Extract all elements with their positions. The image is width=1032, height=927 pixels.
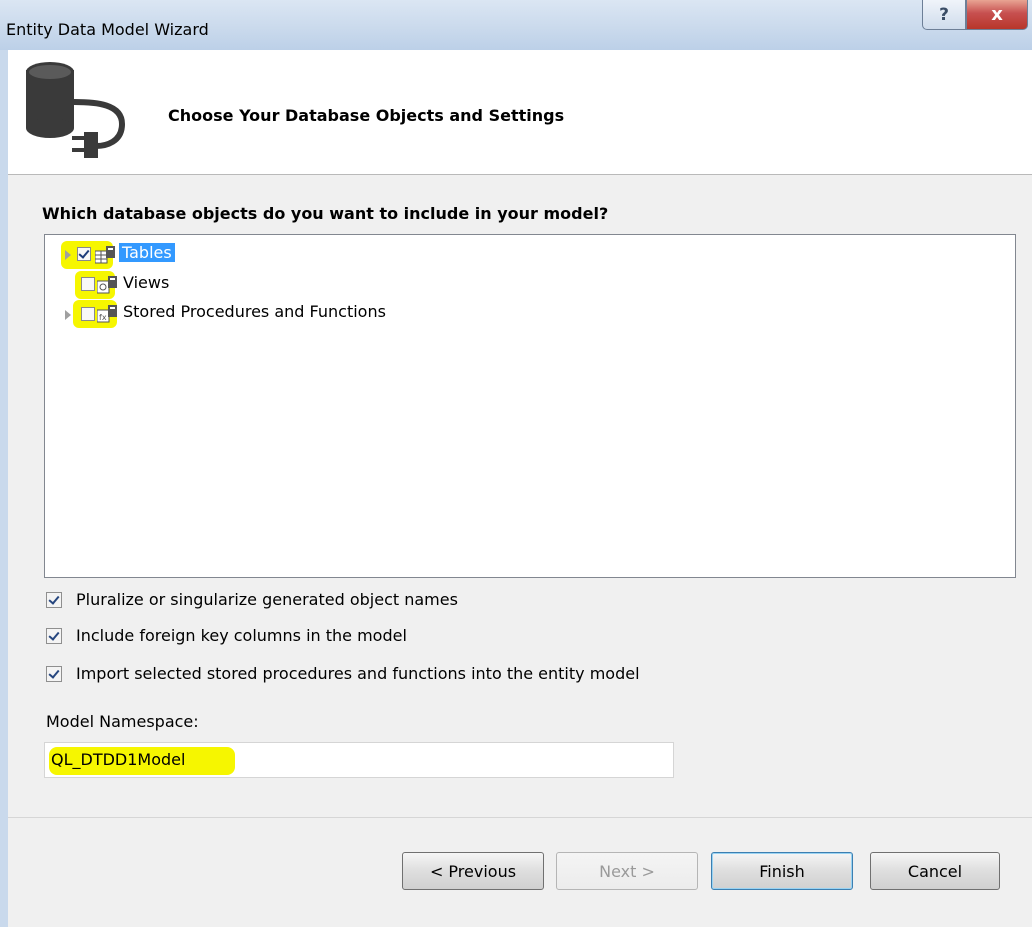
close-button[interactable]: x <box>966 0 1028 30</box>
namespace-label: Model Namespace: <box>46 712 199 731</box>
tables-checkbox[interactable] <box>77 247 91 261</box>
button-label: < Previous <box>429 861 517 881</box>
help-icon: ? <box>939 4 949 25</box>
option-pluralize[interactable]: Pluralize or singularize generated objec… <box>46 590 746 614</box>
close-icon: x <box>991 4 1003 25</box>
tree-item-label: Stored Procedures and Functions <box>123 302 386 321</box>
import-procedures-checkbox[interactable] <box>46 666 62 682</box>
expand-arrow-icon[interactable] <box>65 310 71 320</box>
help-button[interactable]: ? <box>922 0 966 30</box>
finish-button[interactable]: Finish <box>711 852 853 890</box>
next-button[interactable]: Next > <box>556 852 698 890</box>
previous-button[interactable]: < Previous <box>402 852 544 890</box>
footer-divider <box>8 817 1032 818</box>
view-icon <box>97 276 117 294</box>
option-import-procedures[interactable]: Import selected stored procedures and fu… <box>46 664 746 688</box>
tree-item-tables[interactable]: Tables <box>45 241 345 269</box>
pluralize-checkbox[interactable] <box>46 592 62 608</box>
cancel-button[interactable]: Cancel <box>870 852 1000 890</box>
table-icon <box>95 246 115 264</box>
page-title: Choose Your Database Objects and Setting… <box>168 106 565 125</box>
wizard-header: Choose Your Database Objects and Setting… <box>8 50 1032 175</box>
tree-item-views[interactable]: Views <box>45 271 345 299</box>
window-left-border <box>0 50 8 927</box>
wizard-window: Entity Data Model Wizard ? x Choose Your… <box>0 0 1032 927</box>
tree-item-label: Tables <box>119 243 175 262</box>
database-connect-icon <box>26 62 126 158</box>
option-foreign-keys[interactable]: Include foreign key columns in the model <box>46 626 746 650</box>
expand-arrow-icon[interactable] <box>65 250 71 260</box>
foreign-keys-checkbox[interactable] <box>46 628 62 644</box>
tree-item-stored-procedures[interactable]: fx Stored Procedures and Functions <box>45 300 465 328</box>
objects-question: Which database objects do you want to in… <box>42 204 609 223</box>
namespace-value: QL_DTDD1Model <box>51 750 186 769</box>
option-label: Include foreign key columns in the model <box>76 626 407 645</box>
procedure-icon: fx <box>97 305 117 323</box>
title-bar: Entity Data Model Wizard ? x <box>0 0 1032 50</box>
button-label: Finish <box>759 861 805 881</box>
stored-procedures-checkbox[interactable] <box>81 307 95 321</box>
window-title: Entity Data Model Wizard <box>6 20 209 39</box>
database-objects-tree[interactable]: Tables Views fx Stored Procedures and Fu… <box>44 234 1016 578</box>
button-label: Cancel <box>907 861 963 881</box>
tree-item-label: Views <box>123 273 170 292</box>
svg-text:fx: fx <box>99 313 107 322</box>
namespace-input[interactable]: QL_DTDD1Model <box>44 742 674 778</box>
views-checkbox[interactable] <box>81 277 95 291</box>
button-label: Next > <box>599 861 655 881</box>
option-label: Pluralize or singularize generated objec… <box>76 590 458 609</box>
option-label: Import selected stored procedures and fu… <box>76 664 640 683</box>
